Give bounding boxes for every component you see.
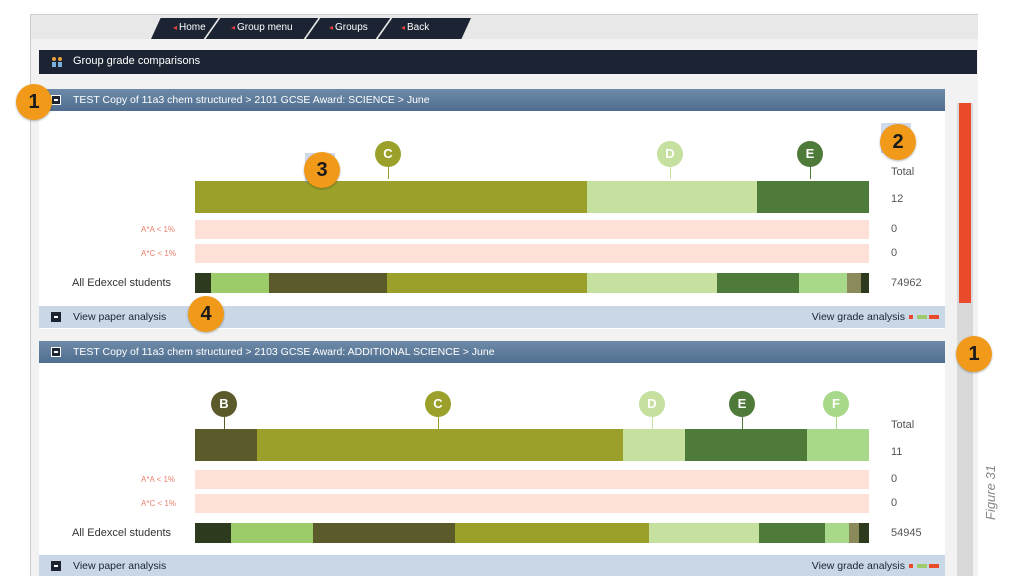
nav-bar: ◂ Home ◂ Group menu ◂ Groups ◂ Back — [31, 15, 978, 39]
grade-legend-icon — [909, 564, 939, 568]
nav-home[interactable]: ◂ Home — [173, 22, 206, 33]
app-frame: ◂ Home ◂ Group menu ◂ Groups ◂ Back Group gr… — [30, 14, 978, 576]
panel-header[interactable]: TEST Copy of 11a3 chem structured > 2103… — [39, 341, 945, 363]
callout-1: 1 — [16, 84, 52, 120]
grade-marker-c: C — [425, 391, 451, 417]
grade-marker-e: E — [729, 391, 755, 417]
pink-bar-ac — [195, 244, 869, 263]
row-label-aa: A*A < 1% — [141, 225, 176, 234]
view-paper-analysis-link[interactable]: View paper analysis — [73, 560, 166, 572]
collapse-icon[interactable] — [51, 347, 61, 357]
panel-science: TEST Copy of 11a3 chem structured > 2101… — [39, 89, 945, 329]
callout-4: 4 — [188, 296, 224, 332]
group-bar-e — [757, 181, 869, 213]
page-title-bar: Group grade comparisons — [39, 50, 977, 74]
row-label-aa: A*A < 1% — [141, 475, 176, 484]
total-label: Total — [891, 419, 915, 431]
group-bar-d — [587, 181, 757, 213]
nav-tabs: ◂ Home ◂ Group menu ◂ Groups ◂ Back — [151, 18, 471, 39]
scrollbar-thumb[interactable] — [959, 103, 971, 303]
grade-marker-b: B — [211, 391, 237, 417]
callout-2: 2 — [880, 124, 916, 160]
total-value: 12 — [891, 193, 904, 205]
grade-legend-icon — [909, 315, 939, 319]
panel-footer: View paper analysis View grade analysis — [39, 306, 945, 328]
pink-bar-aa — [195, 220, 869, 239]
grade-marker-c: C — [375, 141, 401, 167]
grade-marker-f: F — [823, 391, 849, 417]
panel-additional-science: TEST Copy of 11a3 chem structured > 2103… — [39, 341, 945, 576]
view-grade-analysis-link[interactable]: View grade analysis — [812, 311, 905, 323]
collapse-icon[interactable] — [51, 95, 61, 105]
group-bar-c — [195, 181, 587, 213]
expand-icon[interactable] — [51, 561, 61, 571]
total-label: Total — [891, 166, 915, 178]
row-label-ac: A*C < 1% — [141, 249, 176, 258]
page-title: Group grade comparisons — [73, 55, 201, 67]
callout-3: 3 — [304, 152, 340, 188]
panel-header[interactable]: TEST Copy of 11a3 chem structured > 2101… — [39, 89, 945, 111]
grade-marker-e: E — [797, 141, 823, 167]
grade-marker-d: D — [639, 391, 665, 417]
group-icon — [52, 57, 62, 67]
row-label-all: All Edexcel students — [72, 277, 172, 289]
expand-icon[interactable] — [51, 312, 61, 322]
callout-1b: 1 — [956, 336, 992, 372]
panel-footer: View paper analysis View grade analysis — [39, 555, 945, 576]
figure-caption: Figure 31 — [983, 465, 998, 520]
row-label-ac: A*C < 1% — [141, 499, 176, 508]
nav-group-menu[interactable]: ◂ Group menu — [231, 22, 293, 33]
nav-groups[interactable]: ◂ Groups — [329, 22, 368, 33]
view-paper-analysis-link[interactable]: View paper analysis — [73, 311, 166, 323]
view-grade-analysis-link[interactable]: View grade analysis — [812, 560, 905, 572]
row-label-all: All Edexcel students — [72, 527, 172, 539]
nav-back[interactable]: ◂ Back — [401, 22, 429, 33]
grade-marker-d: D — [657, 141, 683, 167]
